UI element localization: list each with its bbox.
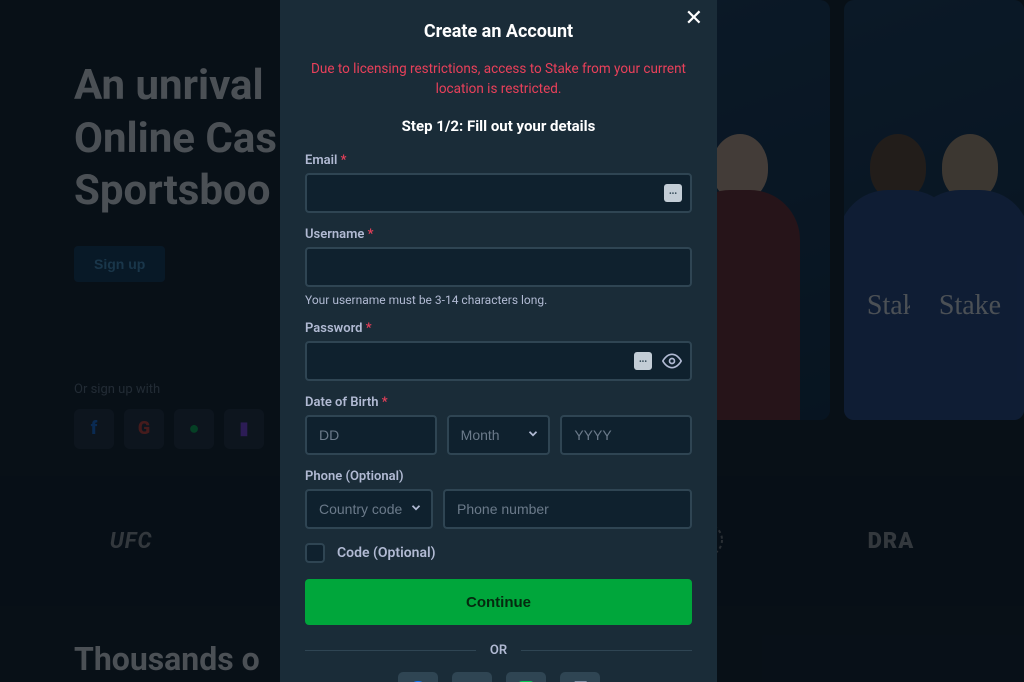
dob-label: Date of Birth * <box>305 395 692 410</box>
phone-field-group: Phone (Optional) Country code <box>305 469 692 529</box>
code-label: Code (Optional) <box>337 545 436 561</box>
restriction-notice: Due to licensing restrictions, access to… <box>305 60 692 99</box>
facebook-login-button[interactable]: f <box>398 672 438 682</box>
username-field-group: Username * Your username must be 3-14 ch… <box>305 227 692 307</box>
dob-day-input[interactable] <box>305 415 437 455</box>
continue-button[interactable]: Continue <box>305 579 692 625</box>
phone-label: Phone (Optional) <box>305 469 692 484</box>
close-icon[interactable]: ✕ <box>685 8 703 30</box>
country-code-select[interactable]: Country code <box>305 489 433 529</box>
email-label: Email * <box>305 153 692 168</box>
dob-field-group: Date of Birth * Month <box>305 395 692 455</box>
email-input[interactable] <box>305 173 692 213</box>
dob-year-input[interactable] <box>560 415 692 455</box>
username-hint: Your username must be 3-14 characters lo… <box>305 293 692 307</box>
password-manager-icon[interactable]: ••• <box>634 352 652 370</box>
password-label: Password * <box>305 321 692 336</box>
google-login-button[interactable]: G <box>452 672 492 682</box>
dob-month-select[interactable]: Month <box>447 415 551 455</box>
modal-title: Create an Account <box>305 21 692 42</box>
or-divider: OR <box>305 643 692 658</box>
show-password-icon[interactable] <box>662 351 682 371</box>
twitch-login-button[interactable] <box>560 672 600 682</box>
social-login-row: f G LINE <box>305 672 692 682</box>
step-indicator: Step 1/2: Fill out your details <box>305 117 692 135</box>
username-label: Username * <box>305 227 692 242</box>
username-input[interactable] <box>305 247 692 287</box>
line-login-button[interactable]: LINE <box>506 672 546 682</box>
password-field-group: Password * ••• <box>305 321 692 381</box>
signup-modal: ✕ Create an Account Due to licensing res… <box>280 0 717 682</box>
phone-number-input[interactable] <box>443 489 692 529</box>
code-field-group: Code (Optional) <box>305 543 692 563</box>
code-checkbox[interactable] <box>305 543 325 563</box>
signup-form: Email * ••• Username * Your username mus… <box>305 153 692 682</box>
email-field-group: Email * ••• <box>305 153 692 213</box>
password-manager-icon[interactable]: ••• <box>664 184 682 202</box>
